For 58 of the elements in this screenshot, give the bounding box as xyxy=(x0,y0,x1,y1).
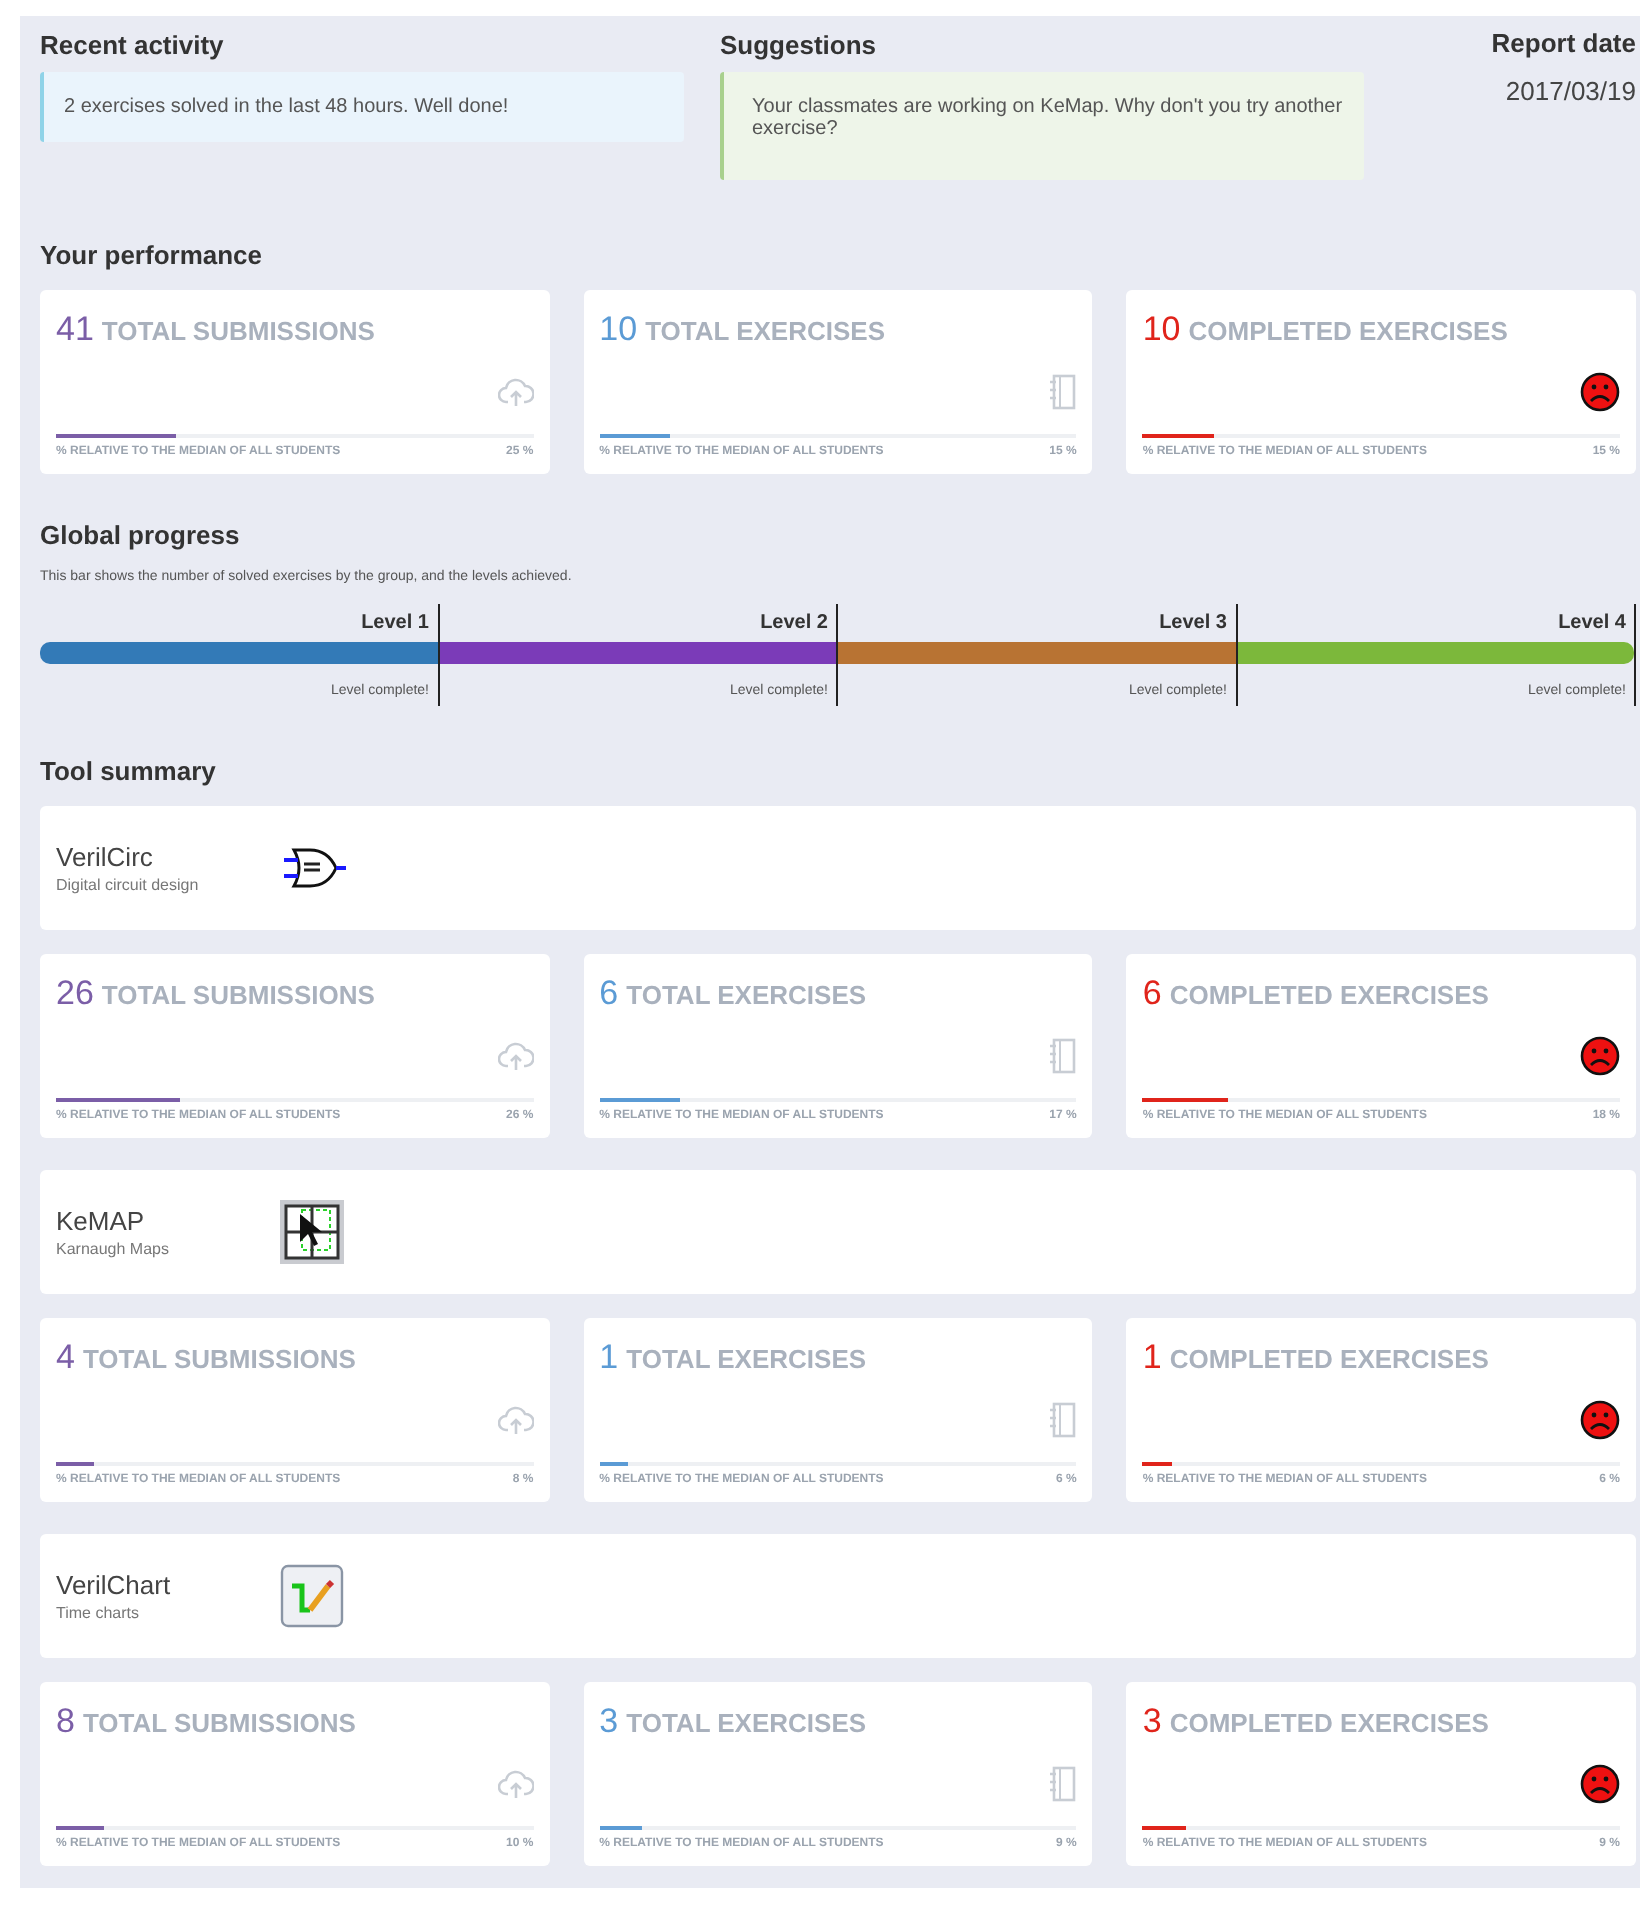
sad-face-icon xyxy=(1580,1036,1621,1076)
stat-label: TOTAL SUBMISSIONS xyxy=(82,1708,356,1738)
tool-name: KeMAP xyxy=(56,1206,147,1236)
stat-label: TOTAL SUBMISSIONS xyxy=(101,316,375,346)
stat-count: 3 xyxy=(599,1702,619,1742)
cloud-upload-icon xyxy=(497,376,534,408)
stat-label: TOTAL SUBMISSIONS xyxy=(82,1344,356,1374)
stat-count: 41 xyxy=(56,310,94,350)
activity-message: 2 exercises solved in the last 48 hours. Well done! xyxy=(40,72,684,142)
stat-count: 1 xyxy=(1142,1338,1162,1378)
section-heading: Report date xyxy=(1491,28,1636,58)
tool-subtitle: Digital circuit design xyxy=(56,876,201,894)
notebook-icon xyxy=(1048,1038,1077,1074)
sad-face-icon xyxy=(1580,1400,1621,1440)
cloud-upload-icon xyxy=(497,1040,534,1072)
tool-name: VerilCirc xyxy=(56,842,155,872)
stat-label: TOTAL EXERCISES xyxy=(626,980,867,1010)
stat-count: 4 xyxy=(56,1338,75,1378)
section-heading: Suggestions xyxy=(720,30,877,60)
stat-label: COMPLETED EXERCISES xyxy=(1169,980,1489,1010)
level-label: Level 4 xyxy=(1558,612,1626,638)
stat-count: 10 xyxy=(599,310,638,350)
level-label: Level 1 xyxy=(361,612,429,638)
tool-name: VerilChart xyxy=(56,1570,173,1600)
stat-count: 3 xyxy=(1142,1702,1162,1742)
tool-subtitle: Time charts xyxy=(56,1604,141,1622)
notebook-icon xyxy=(1048,1402,1077,1438)
stat-count: 8 xyxy=(56,1702,75,1742)
stat-label: TOTAL SUBMISSIONS xyxy=(101,980,375,1010)
pencil-chart-icon xyxy=(280,1564,344,1628)
notebook-icon xyxy=(1048,374,1077,410)
stat-count: 26 xyxy=(56,974,94,1014)
suggestion-message: Your classmates are working on KeMap. Why don't you try another exercise? xyxy=(720,72,1364,180)
stat-count: 1 xyxy=(599,1338,619,1378)
level-label: Level 3 xyxy=(1159,612,1227,638)
stat-count: 6 xyxy=(599,974,619,1014)
tool-subtitle: Karnaugh Maps xyxy=(56,1240,171,1258)
section-heading: Global progress xyxy=(40,520,240,550)
notebook-icon xyxy=(1048,1766,1077,1802)
section-heading: Tool summary xyxy=(40,756,216,786)
stat-label: TOTAL EXERCISES xyxy=(645,316,886,346)
stat-label: COMPLETED EXERCISES xyxy=(1188,316,1508,346)
stat-count: 6 xyxy=(1142,974,1162,1014)
grid-cursor-icon xyxy=(280,1200,344,1264)
stat-label: TOTAL EXERCISES xyxy=(626,1708,867,1738)
section-heading: Your performance xyxy=(40,240,263,270)
stat-count: 10 xyxy=(1142,310,1181,350)
sad-face-icon xyxy=(1580,372,1621,412)
logic-gate-icon xyxy=(280,844,348,892)
stat-label: COMPLETED EXERCISES xyxy=(1169,1708,1489,1738)
level-label: Level 2 xyxy=(760,612,828,638)
cloud-upload-icon xyxy=(497,1768,534,1800)
section-heading: Recent activity xyxy=(40,30,224,60)
report-date: 2017/03/19 xyxy=(1505,76,1636,106)
stat-label: TOTAL EXERCISES xyxy=(626,1344,867,1374)
cloud-upload-icon xyxy=(497,1404,534,1436)
stat-label: COMPLETED EXERCISES xyxy=(1169,1344,1489,1374)
sad-face-icon xyxy=(1580,1764,1621,1804)
